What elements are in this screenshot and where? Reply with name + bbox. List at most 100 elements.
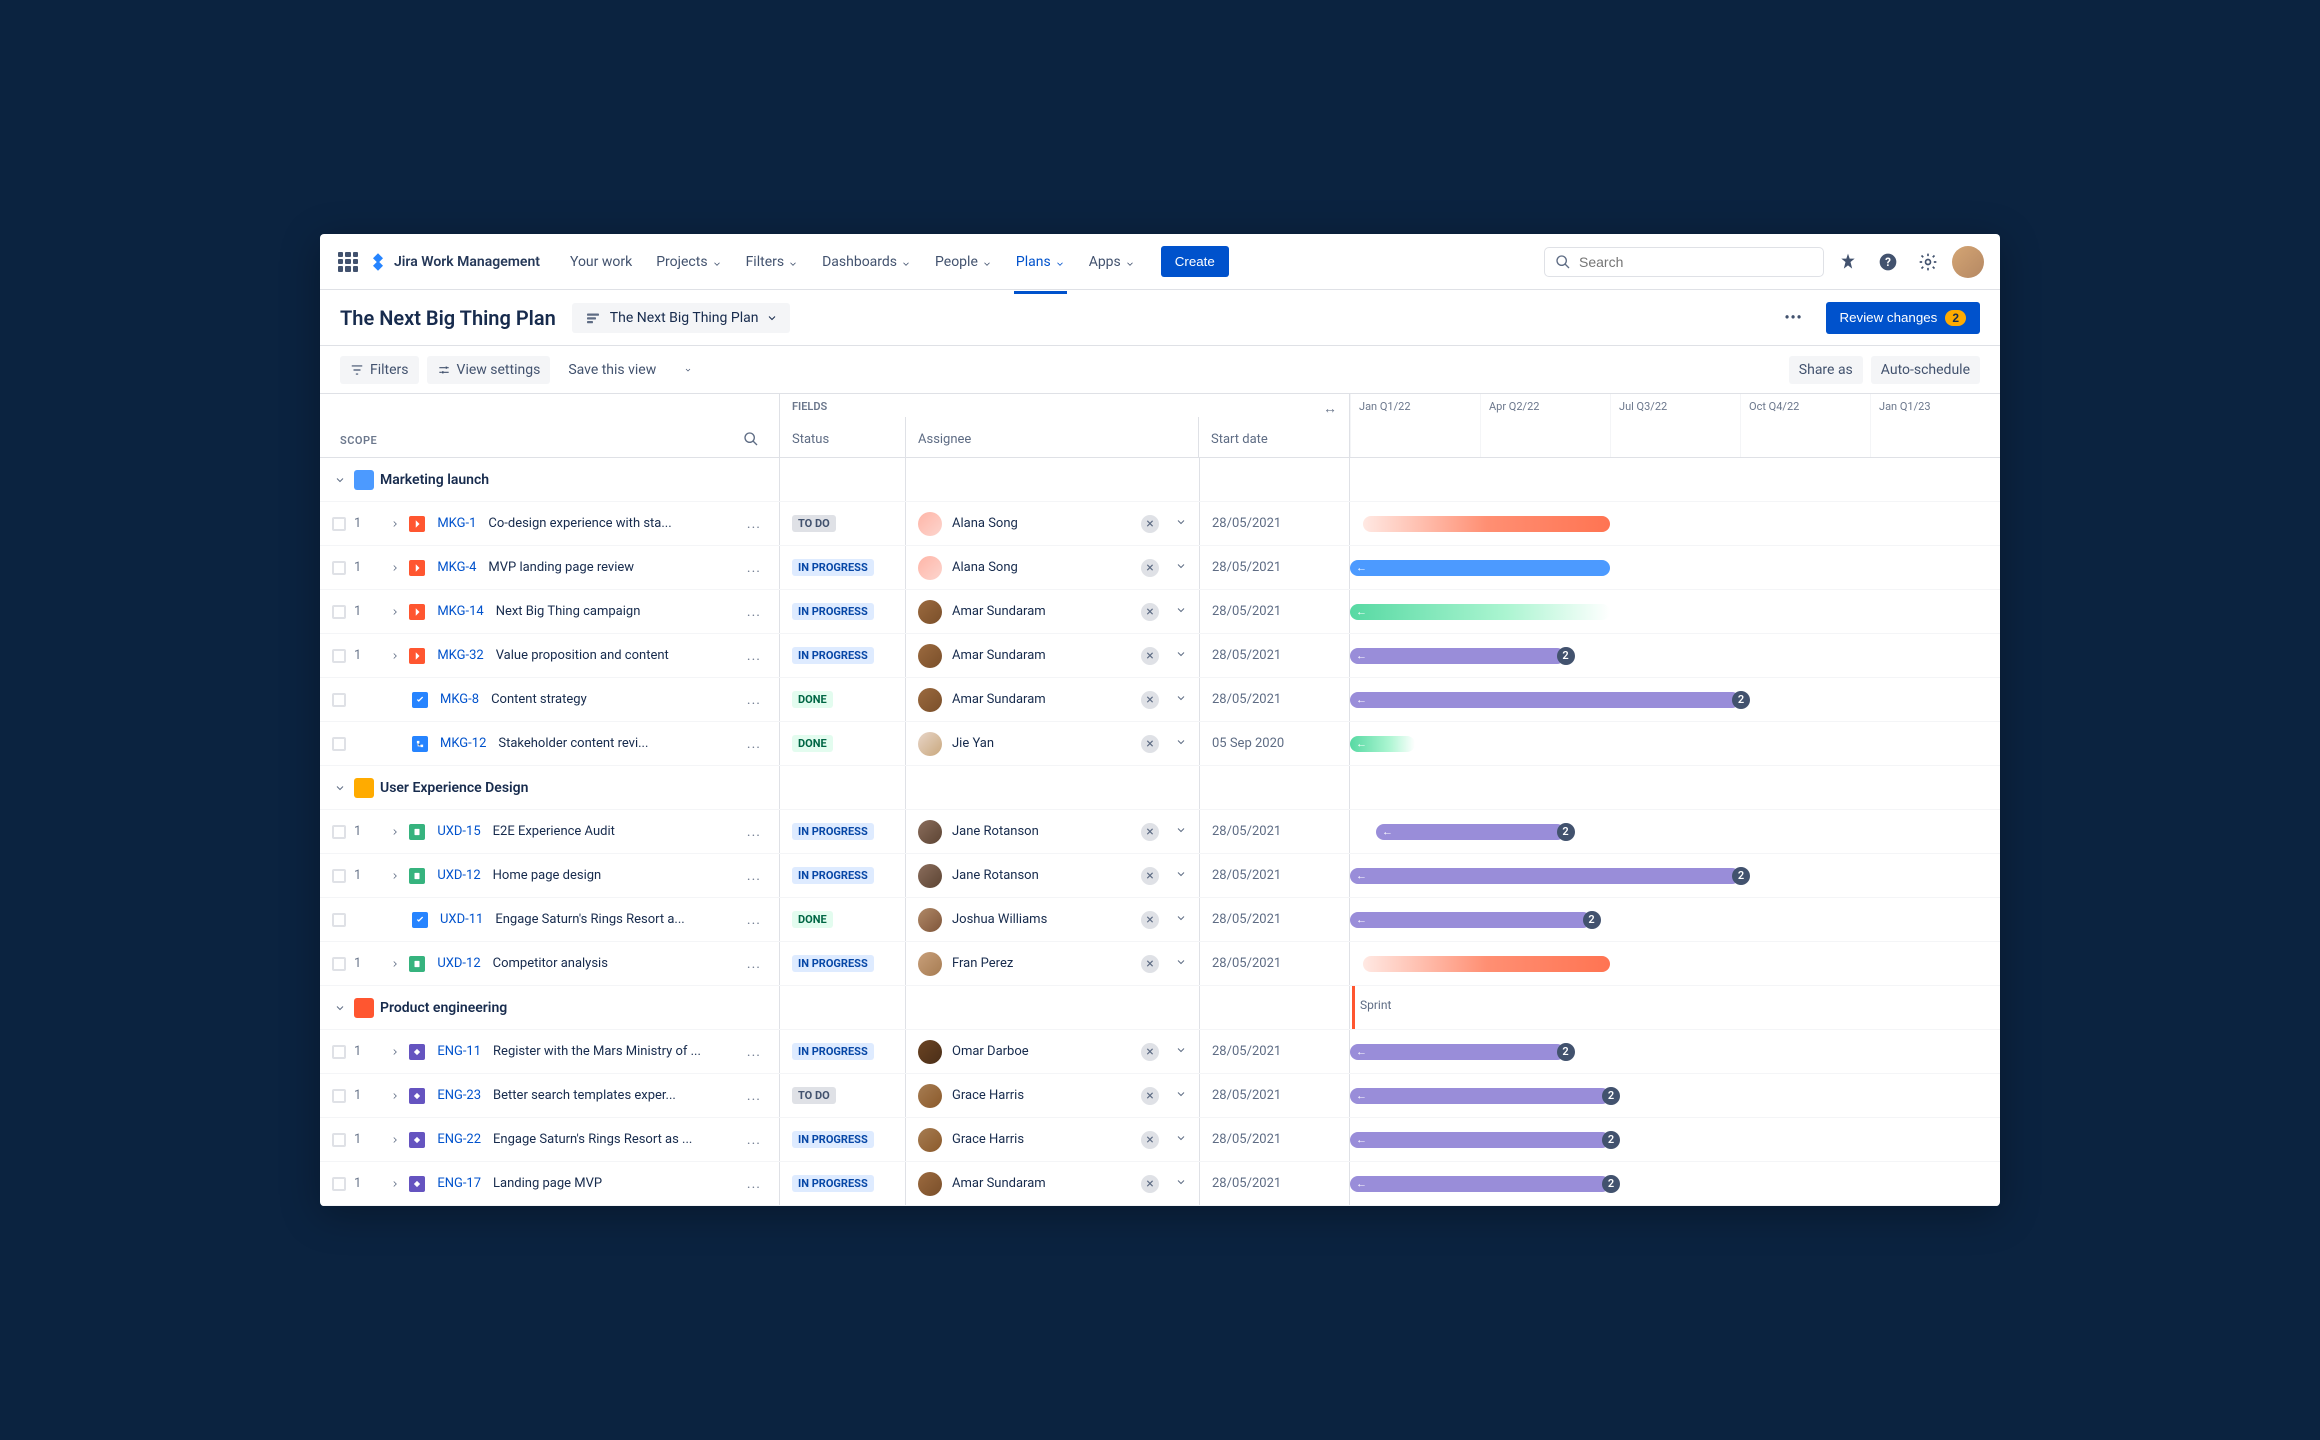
issue-title[interactable]: Stakeholder content revi... — [498, 736, 648, 751]
issue-key[interactable]: MKG-1 — [437, 516, 476, 531]
issue-key[interactable]: ENG-17 — [437, 1176, 481, 1191]
row-expander[interactable] — [387, 1176, 403, 1192]
status-column-header[interactable]: Status — [780, 417, 906, 457]
status-cell[interactable]: IN PROGRESS — [780, 810, 906, 853]
notifications-icon[interactable] — [1832, 246, 1864, 278]
collapse-fields-icon[interactable]: ↔ — [1323, 400, 1337, 417]
row-more-button[interactable]: ... — [741, 868, 767, 884]
status-cell[interactable]: IN PROGRESS — [780, 546, 906, 589]
assignee-dropdown[interactable] — [1175, 956, 1187, 972]
app-switcher-icon[interactable] — [336, 250, 360, 274]
issue-key[interactable]: UXD-15 — [437, 824, 480, 839]
row-expander[interactable] — [387, 516, 403, 532]
row-checkbox[interactable] — [332, 1177, 346, 1191]
assignee-dropdown[interactable] — [1175, 1176, 1187, 1192]
save-view-button[interactable]: Save this view — [558, 356, 666, 384]
gantt-bar[interactable]: ←2 — [1350, 1132, 1610, 1148]
unassign-button[interactable]: × — [1141, 911, 1159, 929]
assignee-cell[interactable]: Amar Sundaram × — [906, 1162, 1200, 1205]
row-more-button[interactable]: ... — [741, 956, 767, 972]
gantt-bar[interactable]: ← — [1350, 736, 1415, 752]
assignee-cell[interactable]: Amar Sundaram × — [906, 678, 1200, 721]
issue-title[interactable]: MVP landing page review — [488, 560, 634, 575]
row-checkbox[interactable] — [332, 1045, 346, 1059]
start-date-cell[interactable]: 28/05/2021 — [1200, 634, 1350, 677]
assignee-cell[interactable]: Alana Song × — [906, 502, 1200, 545]
unassign-button[interactable]: × — [1141, 559, 1159, 577]
assignee-dropdown[interactable] — [1175, 1044, 1187, 1060]
row-more-button[interactable]: ... — [741, 604, 767, 620]
issue-key[interactable]: MKG-14 — [437, 604, 483, 619]
row-expander[interactable] — [387, 1088, 403, 1104]
row-checkbox[interactable] — [332, 693, 346, 707]
assignee-dropdown[interactable] — [1175, 868, 1187, 884]
assignee-cell[interactable]: Amar Sundaram × — [906, 590, 1200, 633]
issue-title[interactable]: Content strategy — [491, 692, 587, 707]
start-date-cell[interactable]: 05 Sep 2020 — [1200, 722, 1350, 765]
status-cell[interactable]: TO DO — [780, 502, 906, 545]
filters-button[interactable]: Filters — [340, 356, 419, 384]
issue-key[interactable]: ENG-22 — [437, 1132, 481, 1147]
start-date-cell[interactable]: 28/05/2021 — [1200, 678, 1350, 721]
start-date-cell[interactable]: 28/05/2021 — [1200, 1162, 1350, 1205]
start-date-cell[interactable]: 28/05/2021 — [1200, 502, 1350, 545]
row-checkbox[interactable] — [332, 1089, 346, 1103]
gantt-bar[interactable]: ←2 — [1350, 912, 1591, 928]
nav-item-filters[interactable]: Filters — [736, 246, 809, 278]
row-expander[interactable] — [387, 868, 403, 884]
unassign-button[interactable]: × — [1141, 1087, 1159, 1105]
row-more-button[interactable]: ... — [741, 912, 767, 928]
assignee-dropdown[interactable] — [1175, 692, 1187, 708]
row-checkbox[interactable] — [332, 737, 346, 751]
unassign-button[interactable]: × — [1141, 867, 1159, 885]
plan-picker[interactable]: The Next Big Thing Plan — [572, 303, 791, 333]
group-expander[interactable] — [332, 780, 348, 796]
unassign-button[interactable]: × — [1141, 955, 1159, 973]
review-changes-button[interactable]: Review changes 2 — [1826, 302, 1980, 334]
status-cell[interactable]: IN PROGRESS — [780, 1118, 906, 1161]
assignee-dropdown[interactable] — [1175, 560, 1187, 576]
nav-item-people[interactable]: People — [925, 246, 1002, 278]
gantt-bar[interactable]: ← — [1350, 604, 1610, 620]
assignee-cell[interactable]: Grace Harris × — [906, 1074, 1200, 1117]
row-expander[interactable] — [387, 956, 403, 972]
gantt-bar[interactable] — [1363, 516, 1610, 532]
row-checkbox[interactable] — [332, 825, 346, 839]
row-checkbox[interactable] — [332, 1133, 346, 1147]
issue-key[interactable]: UXD-12 — [437, 956, 480, 971]
row-checkbox[interactable] — [332, 913, 346, 927]
start-date-column-header[interactable]: Start date — [1199, 417, 1349, 457]
issue-key[interactable]: MKG-4 — [437, 560, 476, 575]
row-more-button[interactable]: ... — [741, 648, 767, 664]
user-avatar[interactable] — [1952, 246, 1984, 278]
row-more-button[interactable]: ... — [741, 736, 767, 752]
assignee-dropdown[interactable] — [1175, 1132, 1187, 1148]
row-expander[interactable] — [387, 1132, 403, 1148]
assignee-column-header[interactable]: Assignee — [906, 417, 1199, 457]
settings-icon[interactable] — [1912, 246, 1944, 278]
status-cell[interactable]: IN PROGRESS — [780, 590, 906, 633]
row-more-button[interactable]: ... — [741, 1132, 767, 1148]
nav-item-your-work[interactable]: Your work — [560, 246, 642, 278]
nav-item-plans[interactable]: Plans — [1006, 246, 1075, 278]
issue-title[interactable]: E2E Experience Audit — [493, 824, 615, 839]
product-logo[interactable]: Jira Work Management — [368, 252, 540, 272]
start-date-cell[interactable]: 28/05/2021 — [1200, 942, 1350, 985]
assignee-cell[interactable]: Jane Rotanson × — [906, 854, 1200, 897]
issue-key[interactable]: UXD-11 — [440, 912, 483, 927]
help-icon[interactable]: ? — [1872, 246, 1904, 278]
row-more-button[interactable]: ... — [741, 1176, 767, 1192]
issue-title[interactable]: Home page design — [493, 868, 602, 883]
row-expander[interactable] — [387, 1044, 403, 1060]
gantt-bar[interactable]: ←2 — [1350, 648, 1565, 664]
assignee-cell[interactable]: Jane Rotanson × — [906, 810, 1200, 853]
assignee-dropdown[interactable] — [1175, 736, 1187, 752]
status-cell[interactable]: DONE — [780, 722, 906, 765]
row-more-button[interactable]: ... — [741, 560, 767, 576]
unassign-button[interactable]: × — [1141, 1131, 1159, 1149]
issue-key[interactable]: ENG-11 — [437, 1044, 481, 1059]
assignee-cell[interactable]: Alana Song × — [906, 546, 1200, 589]
unassign-button[interactable]: × — [1141, 823, 1159, 841]
unassign-button[interactable]: × — [1141, 603, 1159, 621]
gantt-bar[interactable] — [1363, 956, 1610, 972]
